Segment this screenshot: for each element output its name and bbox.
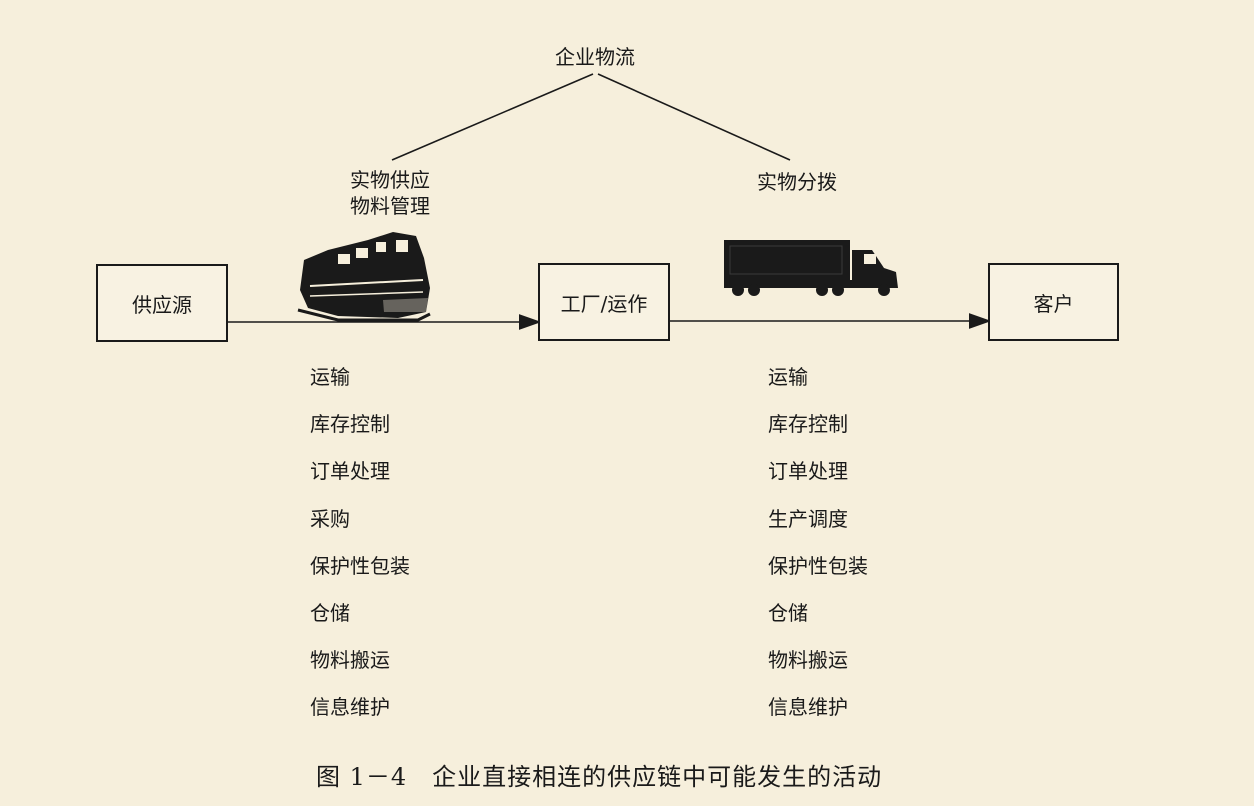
list-item: 订单处理 — [310, 459, 390, 484]
right-activity-list: 运输 库存控制 订单处理 生产调度 保护性包装 仓储 物料搬运 信息维护 — [768, 354, 868, 732]
connector-lines — [228, 73, 992, 330]
left-branch-label-line1: 实物供应 — [350, 168, 430, 192]
list-item: 保护性包装 — [310, 553, 410, 578]
node-factory: 工厂/运作 — [538, 263, 670, 341]
node-supplier-label: 供应源 — [132, 292, 192, 317]
train-icon — [297, 232, 431, 322]
list-item: 订单处理 — [768, 459, 848, 484]
left-branch-label-line2: 物料管理 — [350, 194, 430, 218]
list-item: 信息维护 — [768, 695, 848, 720]
list-item: 生产调度 — [768, 506, 848, 531]
line-top-to-left — [391, 73, 594, 161]
list-item: 采购 — [310, 506, 350, 531]
list-item: 信息维护 — [310, 695, 390, 720]
left-activity-list: 运输 库存控制 订单处理 采购 保护性包装 仓储 物料搬运 信息维护 — [310, 354, 410, 732]
list-item: 物料搬运 — [310, 648, 390, 673]
node-customer-label: 客户 — [1033, 291, 1074, 316]
list-item: 运输 — [310, 365, 350, 389]
list-item: 保护性包装 — [768, 553, 868, 578]
list-item: 库存控制 — [310, 412, 390, 437]
list-item: 仓储 — [310, 601, 350, 626]
line-top-to-right — [597, 73, 791, 161]
list-item: 库存控制 — [768, 412, 848, 437]
node-factory-label: 工厂/运作 — [560, 291, 648, 316]
list-item: 仓储 — [768, 601, 808, 626]
figure-caption: 图 1－4 企业直接相连的供应链中可能发生的活动 — [316, 763, 883, 791]
list-item: 物料搬运 — [768, 648, 848, 673]
right-branch-label: 实物分拨 — [757, 170, 837, 194]
top-label: 企业物流 — [555, 45, 635, 69]
node-customer: 客户 — [988, 263, 1119, 341]
list-item: 运输 — [768, 365, 808, 389]
truck-icon — [724, 240, 898, 296]
node-supplier: 供应源 — [96, 264, 228, 342]
diagram-page: 企业物流 实物供应 物料管理 实物分拨 供应源 工厂/运作 客户 运输 库存控制… — [0, 0, 1254, 806]
